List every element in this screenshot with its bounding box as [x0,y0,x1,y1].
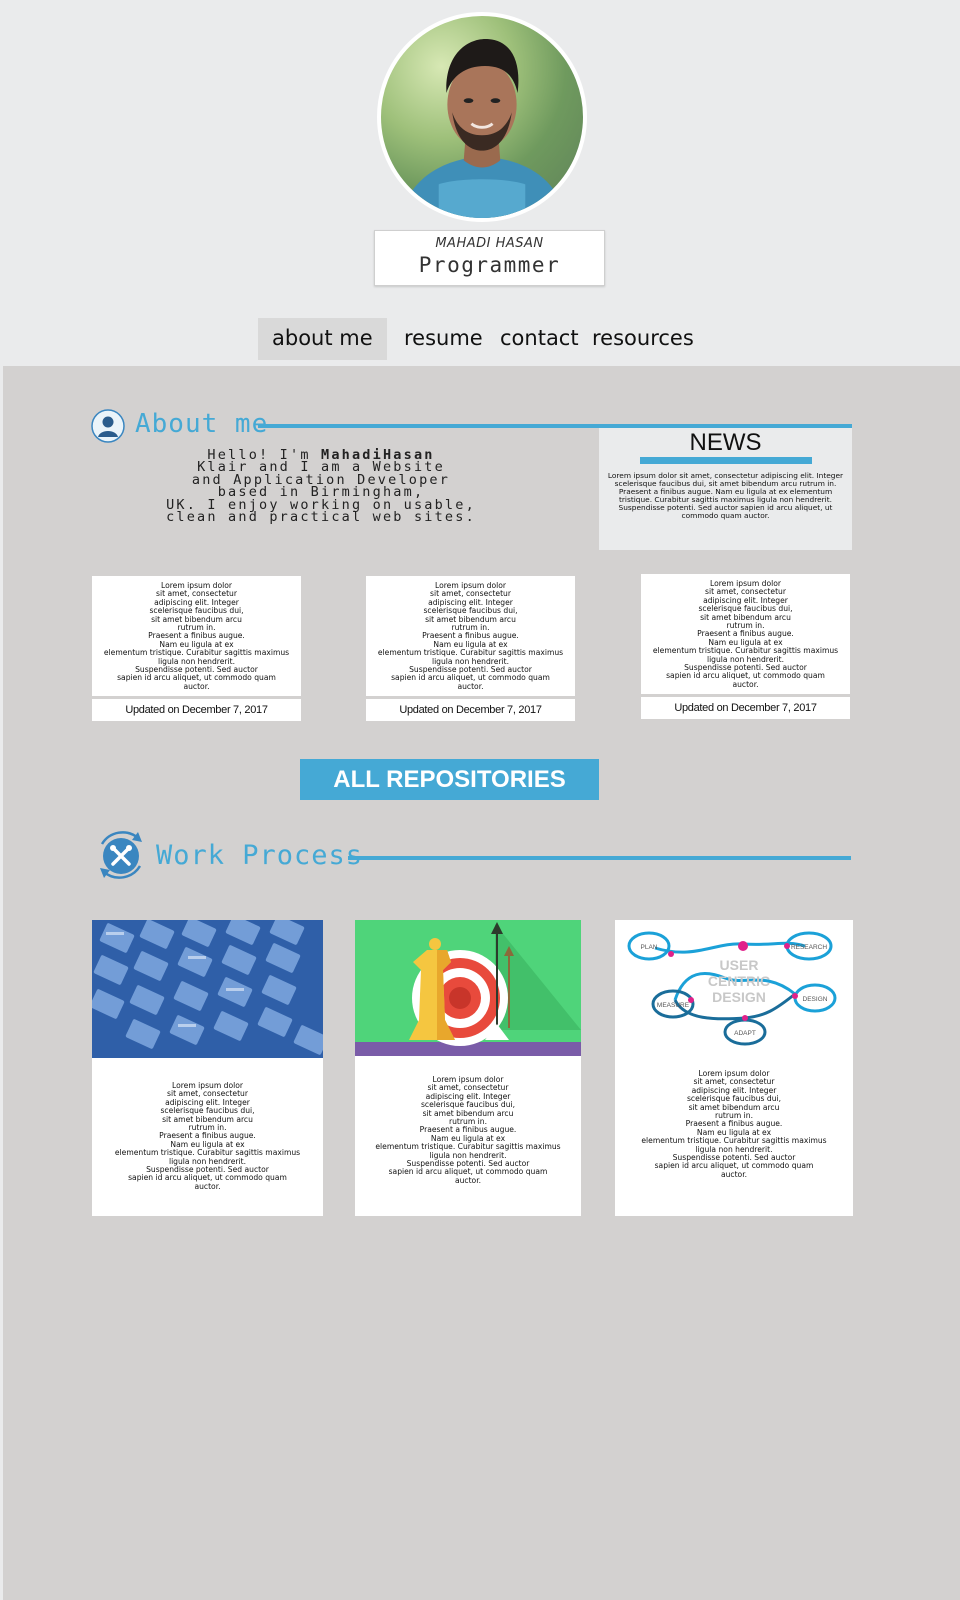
all-repositories-button[interactable]: ALL REPOSITORIES [300,759,599,800]
news-title: NEWS [689,429,762,456]
repo-card[interactable]: Lorem ipsum dolor sit amet, consectetur … [641,574,850,719]
about-section-title: About me [135,409,269,439]
diagram-node-label: MEASURE [657,1002,690,1009]
user-centric-design-image: USER CENTRIC DESIGN PLAN RESEARCH MEASUR… [615,920,853,1060]
repo-card-updated: Updated on December 7, 2017 [641,697,850,719]
work-card[interactable]: Lorem ipsum dolor sit amet, consectetur … [92,920,323,1216]
profile-header: MAHADI HASAN Programmer about me resume … [0,0,960,366]
about-intro-rest: Klair and I am a Website and Application… [166,459,476,526]
name-card: MAHADI HASAN Programmer [374,230,605,286]
work-card[interactable]: Lorem ipsum dolor sit amet, consectetur … [355,920,581,1216]
nav-item-about-me[interactable]: about me [258,318,387,360]
nav-item-resume[interactable]: resume [390,318,497,360]
repo-card-text: Lorem ipsum dolor sit amet, consectetur … [92,576,301,696]
diagram-node-label: DESIGN [803,996,828,1003]
nav-item-contact[interactable]: contact [486,318,593,360]
avatar-portrait [400,38,566,218]
repo-card-updated: Updated on December 7, 2017 [366,699,575,721]
diagram-node-label: RESEARCH [791,944,827,951]
main-nav: about me resume contact resources [0,318,960,360]
tools-cycle-icon [100,831,142,879]
repo-card-text: Lorem ipsum dolor sit amet, consectetur … [641,574,850,694]
repo-card-text: Lorem ipsum dolor sit amet, consectetur … [366,576,575,696]
diagram-center-line-3: DESIGN [712,989,766,1005]
news-panel: NEWS Lorem ipsum dolor sit amet, consect… [599,428,852,550]
profile-name: MAHADI HASAN [435,236,544,251]
work-title-rule [348,856,851,860]
profile-role: Programmer [418,253,561,277]
work-card-text: Lorem ipsum dolor sit amet, consectetur … [375,1075,561,1185]
diagram-node-label: PLAN [641,944,658,951]
work-card-text: Lorem ipsum dolor sit amet, consectetur … [641,1069,827,1179]
about-intro: Hello! I'm MahadiHasan Klair and I am a … [130,448,512,526]
person-icon [91,409,125,443]
profile-avatar [377,12,587,222]
work-section-title: Work Process [156,840,364,871]
diagram-center-line-1: USER [720,957,759,973]
repo-card-updated: Updated on December 7, 2017 [92,699,301,721]
diagram-center-line-2: CENTRIC [708,973,770,989]
news-title-bar [639,457,812,464]
diagram-node-label: ADAPT [734,1030,756,1037]
news-body: Lorem ipsum dolor sit amet, consectetur … [607,471,844,520]
work-card-text: Lorem ipsum dolor sit amet, consectetur … [114,1081,301,1191]
work-card[interactable]: USER CENTRIC DESIGN PLAN RESEARCH MEASUR… [615,920,853,1216]
strategy-target-image [355,920,581,1056]
wireframe-grid-image [92,920,323,1058]
repo-card[interactable]: Lorem ipsum dolor sit amet, consectetur … [92,576,301,721]
repo-card[interactable]: Lorem ipsum dolor sit amet, consectetur … [366,576,575,721]
nav-item-resources[interactable]: resources [578,318,708,360]
